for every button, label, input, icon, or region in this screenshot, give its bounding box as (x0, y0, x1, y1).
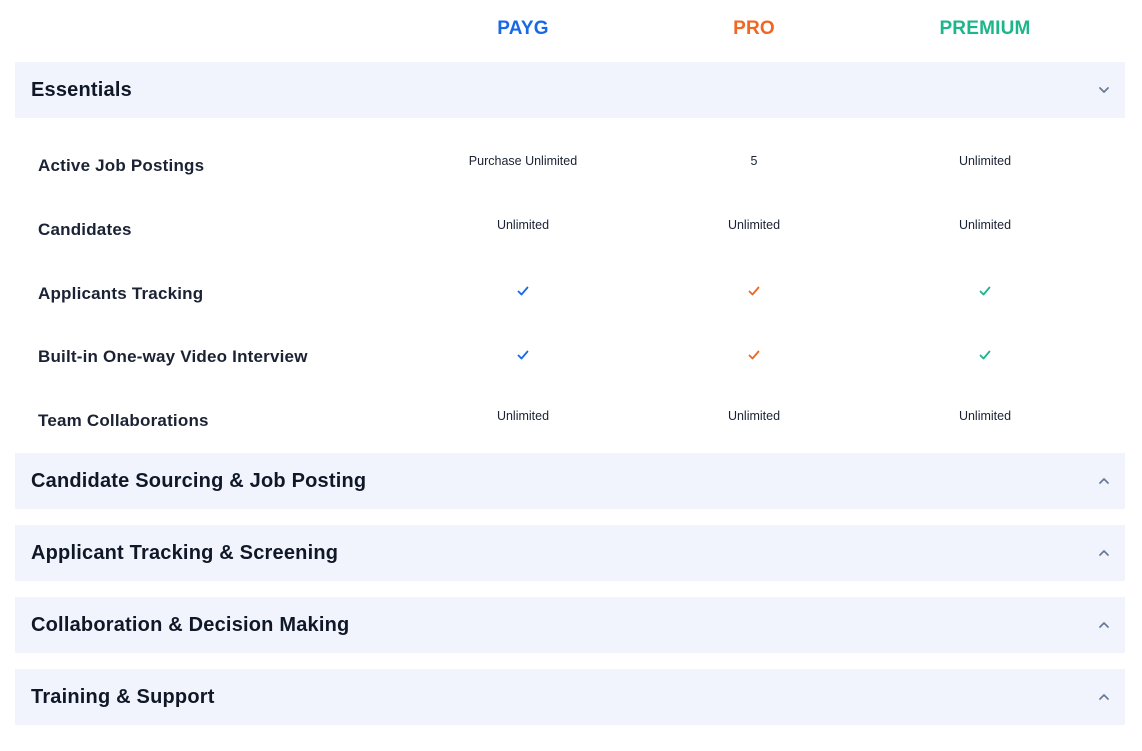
cell-pro (664, 284, 844, 301)
section-applicant-tracking[interactable]: Applicant Tracking & Screening (15, 525, 1125, 581)
chevron-up-icon[interactable] (1097, 690, 1111, 704)
plan-header-pro: PRO (733, 18, 775, 39)
cell-pro: Unlimited (727, 218, 781, 232)
feature-label: Candidates (38, 220, 132, 239)
feature-label: Team Collaborations (38, 411, 209, 430)
section-essentials[interactable]: Essentials (15, 62, 1125, 118)
cell-payg (433, 284, 613, 301)
check-icon (517, 350, 529, 360)
chevron-down-icon[interactable] (1097, 83, 1111, 97)
cell-pro: 5 (750, 154, 758, 168)
section-title: Candidate Sourcing & Job Posting (31, 469, 367, 492)
cell-premium: Unlimited (958, 218, 1012, 232)
section-title: Collaboration & Decision Making (31, 613, 350, 636)
check-icon (979, 350, 991, 360)
table-row: Active Job Postings Purchase Unlimited 5… (0, 134, 1142, 198)
feature-label: Built-in One-way Video Interview (38, 347, 308, 366)
check-icon (748, 350, 760, 360)
feature-label: Active Job Postings (38, 156, 205, 175)
section-training-support[interactable]: Training & Support (15, 669, 1125, 725)
cell-premium: Unlimited (958, 409, 1012, 423)
plan-header-payg: PAYG (497, 18, 549, 39)
chevron-up-icon[interactable] (1097, 618, 1111, 632)
section-collaboration[interactable]: Collaboration & Decision Making (15, 597, 1125, 653)
table-row: Candidates Unlimited Unlimited Unlimited (0, 198, 1142, 262)
cell-premium (895, 348, 1075, 365)
cell-premium: Unlimited (958, 154, 1012, 168)
check-icon (517, 286, 529, 296)
cell-pro (664, 348, 844, 365)
plan-header-premium: PREMIUM (939, 18, 1031, 39)
check-icon (979, 286, 991, 296)
chevron-up-icon[interactable] (1097, 474, 1111, 488)
cell-payg: Unlimited (496, 218, 550, 232)
cell-premium (895, 284, 1075, 301)
section-title: Essentials (31, 78, 132, 101)
table-row: Built-in One-way Video Interview (0, 326, 1142, 390)
check-icon (748, 286, 760, 296)
table-row: Applicants Tracking (0, 262, 1142, 326)
cell-payg (433, 348, 613, 365)
chevron-up-icon[interactable] (1097, 546, 1111, 560)
section-title: Applicant Tracking & Screening (31, 541, 339, 564)
cell-payg: Purchase Unlimited (468, 154, 578, 168)
section-candidate-sourcing[interactable]: Candidate Sourcing & Job Posting (15, 453, 1125, 509)
section-title: Training & Support (31, 685, 215, 708)
cell-payg: Unlimited (496, 409, 550, 423)
cell-pro: Unlimited (727, 409, 781, 423)
feature-label: Applicants Tracking (38, 284, 204, 303)
table-row: Team Collaborations Unlimited Unlimited … (0, 389, 1142, 453)
